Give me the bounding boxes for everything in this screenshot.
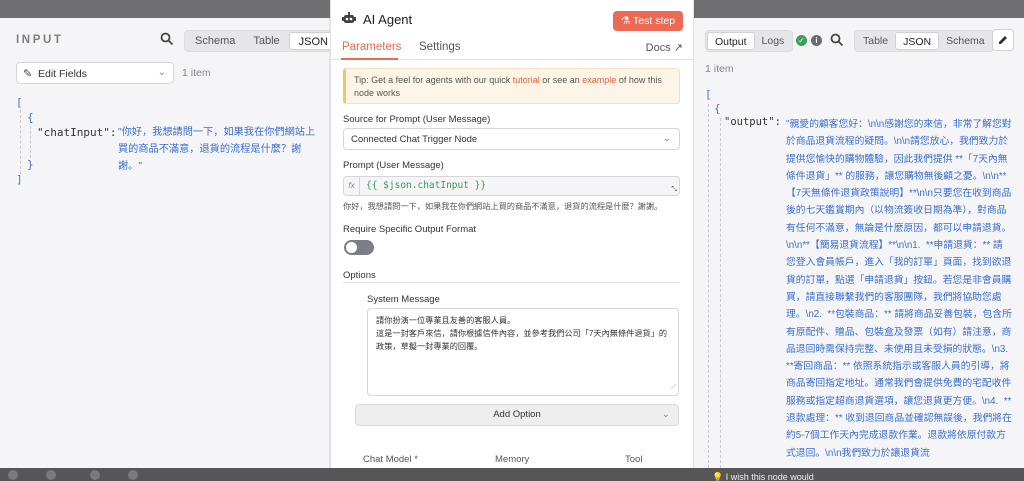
feedback-label: I wish this node would: [725, 472, 814, 481]
chevron-down-icon: ⌄: [157, 67, 166, 78]
input-panel-title: INPUT: [16, 34, 64, 46]
canvas-control-icon[interactable]: [46, 470, 56, 480]
pencil-icon: [999, 36, 1007, 44]
fx-icon: fx: [344, 177, 360, 195]
output-mode-switcher: Output Logs: [705, 30, 794, 52]
tip-callout: Tip: Get a feel for agents with our quic…: [343, 68, 680, 104]
external-link-icon: ↗: [673, 42, 683, 54]
system-message-textarea[interactable]: 請你扮演一位專業且友善的客服人員。 這是一封客戶來信，請你根據信件內容，並參考我…: [367, 308, 679, 396]
view-table-button[interactable]: Table: [856, 32, 895, 50]
input-node-select[interactable]: ✎ Edit Fields ⌄: [16, 62, 174, 84]
prompt-expression-value: {{ $json.chatInput }}: [366, 180, 487, 191]
node-settings-modal: AI Agent ⚗ Test step Parameters Settings…: [330, 0, 695, 481]
json-value-output: "親愛的顧客您好：\n\n感謝您的來信，非常了解您對於商品退貨流程的疑問。\n\…: [786, 119, 1014, 459]
input-panel: INPUT Schema Table JSON ✎ Edit Fields ⌄ …: [0, 18, 340, 468]
output-format-label: Require Specific Output Format: [343, 224, 477, 235]
output-mode-button[interactable]: Output: [707, 32, 755, 50]
system-message-label: System Message: [367, 294, 440, 305]
search-icon[interactable]: [830, 33, 844, 47]
active-tab-indicator: [341, 58, 398, 60]
output-view-switcher: Table JSON Schema: [854, 30, 994, 52]
json-open-object: {: [27, 111, 34, 124]
canvas-control-icon[interactable]: [90, 470, 100, 480]
source-select[interactable]: Connected Chat Trigger Node ⌄: [343, 128, 680, 150]
json-open-array: [: [705, 88, 712, 101]
chevron-down-icon: ⌄: [661, 409, 670, 420]
tip-prefix: Tip: Get a feel for agents with our quic…: [354, 75, 513, 85]
flask-icon: ⚗: [620, 15, 634, 27]
input-node-select-value: Edit Fields: [38, 68, 88, 80]
edit-output-button[interactable]: [992, 29, 1014, 51]
json-key-chatinput: "chatInput":: [37, 126, 117, 139]
json-indent-guide: [30, 126, 31, 158]
system-message-value: 請你扮演一位專業且友善的客服人員。 這是一封客戶來信，請你根據信件內容，並參考我…: [376, 316, 668, 351]
chevron-down-icon: ⌄: [662, 133, 671, 144]
view-schema-button[interactable]: Schema: [939, 32, 992, 50]
example-link[interactable]: example: [582, 75, 616, 85]
docs-label: Docs: [645, 42, 671, 54]
tip-middle: or see an: [539, 75, 583, 85]
input-item-count: 1 item: [182, 67, 211, 79]
test-step-button[interactable]: ⚗ Test step: [613, 11, 683, 31]
pen-icon: ✎: [23, 68, 33, 80]
tab-parameters[interactable]: Parameters: [342, 41, 401, 53]
docs-link[interactable]: Docs ↗: [646, 41, 683, 54]
feedback-prompt[interactable]: 💡 I wish this node would: [712, 472, 814, 481]
input-view-switcher: Schema Table JSON: [184, 30, 340, 52]
toggle-knob: [346, 242, 357, 253]
modal-header: AI Agent ⚗ Test step: [331, 0, 695, 38]
tool-label: Tool: [625, 454, 643, 465]
view-table-button[interactable]: Table: [244, 32, 288, 50]
search-icon[interactable]: [160, 32, 174, 46]
output-format-toggle[interactable]: [344, 240, 374, 255]
info-icon[interactable]: i: [811, 35, 822, 46]
json-key-output: "output":: [724, 116, 781, 128]
view-json-button[interactable]: JSON: [895, 32, 940, 50]
json-open-array: [: [16, 96, 23, 109]
modal-tabs: Parameters Settings Docs ↗: [331, 38, 695, 60]
expand-icon[interactable]: ⤡: [671, 186, 677, 194]
json-indent-guide: [720, 118, 721, 468]
modal-title: AI Agent: [363, 12, 413, 27]
options-divider: [343, 282, 680, 283]
lightbulb-icon: 💡: [712, 472, 726, 481]
source-select-value: Connected Chat Trigger Node: [351, 134, 478, 145]
prompt-label: Prompt (User Message): [343, 160, 444, 171]
test-step-label: Test step: [633, 15, 676, 27]
resize-handle-icon[interactable]: ⟋: [671, 381, 676, 394]
source-label: Source for Prompt (User Message): [343, 114, 491, 125]
json-value-chatinput: "你好，我想請問一下，如果我在你們網站上買的商品不滿意，退貨的流程是什麼？謝謝。…: [118, 127, 316, 172]
logs-mode-button[interactable]: Logs: [755, 32, 792, 50]
json-indent-guide: [708, 104, 709, 468]
success-check-icon: ✓: [796, 35, 807, 46]
output-item-count: 1 item: [705, 63, 734, 75]
canvas-control-icon[interactable]: [128, 470, 138, 480]
canvas-bottom-bar: [0, 468, 1024, 481]
add-option-button[interactable]: Add Option ⌄: [355, 404, 679, 426]
output-panel: Output Logs ✓ i Table JSON Schema 1 item…: [694, 18, 1024, 468]
json-close-array: ]: [16, 173, 23, 186]
prompt-expression-field[interactable]: fx {{ $json.chatInput }} ⤡: [343, 176, 680, 196]
prompt-preview: 你好，我想請問一下，如果我在你們網站上買的商品不滿意，退貨的流程是什麼？謝謝。: [343, 202, 663, 211]
tutorial-link[interactable]: tutorial: [513, 75, 540, 85]
json-indent-guide: [20, 110, 21, 174]
add-option-label: Add Option: [493, 409, 541, 420]
view-schema-button[interactable]: Schema: [186, 32, 244, 50]
json-close-object: }: [27, 158, 34, 171]
canvas-control-icon[interactable]: [8, 470, 18, 480]
memory-label: Memory: [495, 454, 530, 465]
chat-model-label: Chat Model *: [363, 454, 418, 465]
json-open-object: {: [714, 102, 721, 115]
robot-icon: [342, 12, 356, 23]
options-label: Options: [343, 270, 376, 281]
tab-settings[interactable]: Settings: [419, 41, 461, 53]
